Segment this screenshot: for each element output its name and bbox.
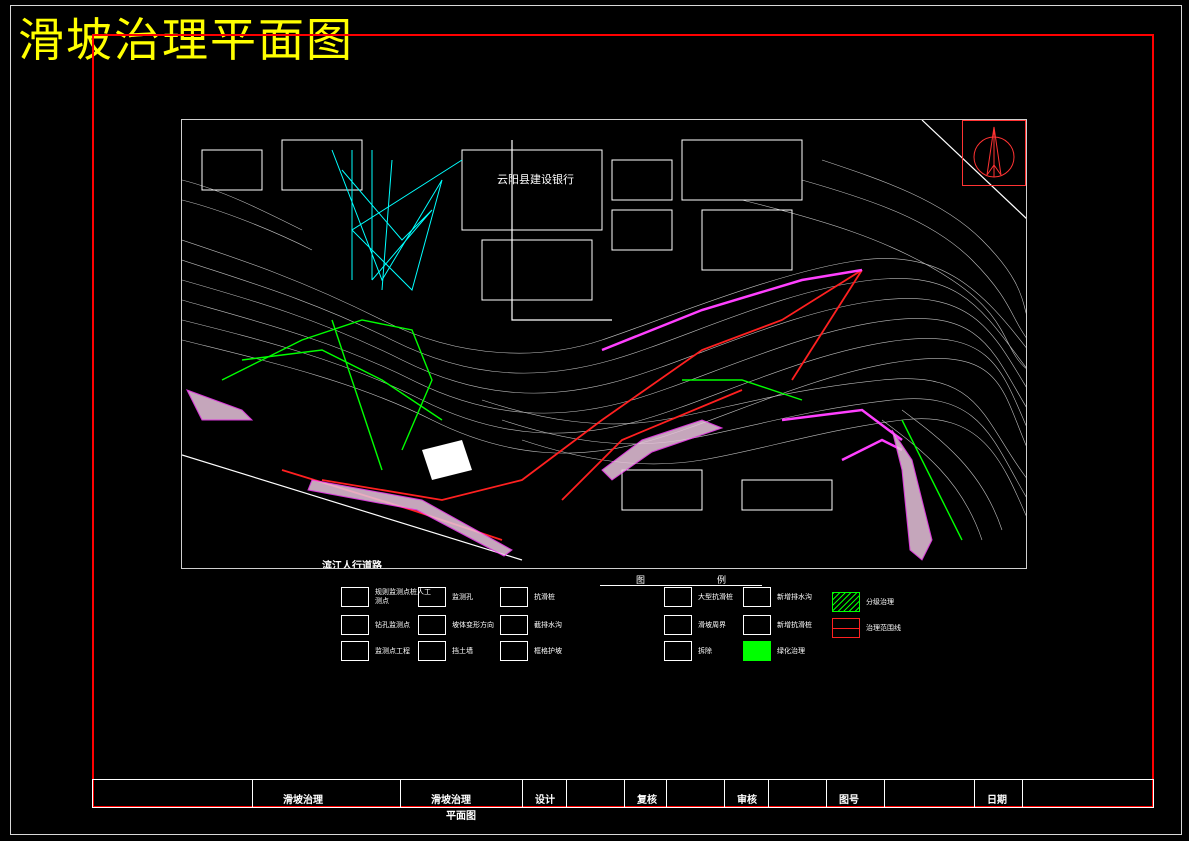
legend-item: 新增排水沟 xyxy=(743,587,812,607)
legend-label: 大型抗滑桩 xyxy=(698,592,733,601)
legend-symbol-icon xyxy=(743,587,771,607)
tb-review: 复核 xyxy=(625,780,667,807)
legend-item: 滑坡周界 xyxy=(664,615,726,635)
drainage-lines xyxy=(221,319,963,541)
legend-item: 大型抗滑桩 xyxy=(664,587,733,607)
legend-symbol-icon xyxy=(341,615,369,635)
legend-label: 坡体变形方向 xyxy=(452,620,494,629)
tb-design: 设计 xyxy=(523,780,567,807)
legend-item: 新增抗滑桩 xyxy=(743,615,812,635)
compass-icon xyxy=(973,126,1015,178)
survey-network xyxy=(331,149,463,291)
legend-label: 挡土墙 xyxy=(452,646,473,655)
legend-title: 图 例 xyxy=(600,573,762,586)
tb-approve-value xyxy=(769,780,827,807)
legend-symbol-icon xyxy=(832,592,860,612)
site-plan-drawing xyxy=(182,120,1026,561)
legend-symbol-icon xyxy=(500,615,528,635)
legend-item: 拆除 xyxy=(664,641,712,661)
site-plan: 云阳县建设银行 滨江人行道路 xyxy=(181,119,1027,569)
legend-label: 新增抗滑桩 xyxy=(777,620,812,629)
legend-item: 监测孔 xyxy=(418,587,473,607)
legend-item: 坡体变形方向 xyxy=(418,615,494,635)
legend-label: 钻孔监测点 xyxy=(375,620,410,629)
legend-symbol-icon xyxy=(832,618,860,638)
legend-label: 治理范围线 xyxy=(866,623,901,632)
legend-label: 拆除 xyxy=(698,646,712,655)
legend-symbol-icon xyxy=(664,615,692,635)
tb-blank xyxy=(93,780,253,807)
legend-label: 监测点工程 xyxy=(375,646,410,655)
legend-label: 框格护坡 xyxy=(534,646,562,655)
legend-label: 绿化治理 xyxy=(777,646,805,655)
legend-item: 绿化治理 xyxy=(743,641,805,661)
legend-item: 分级治理 xyxy=(832,592,894,612)
buildings xyxy=(201,139,833,511)
legend-label: 分级治理 xyxy=(866,597,894,606)
tb-approve: 审核 xyxy=(725,780,769,807)
tb-number: 图号 xyxy=(827,780,885,807)
title-block: 滑坡治理 滑坡治理 设计 复核 审核 图号 日期 xyxy=(92,779,1154,808)
tb-date-value xyxy=(1023,780,1115,807)
tb-design-value xyxy=(567,780,625,807)
legend-label: 截排水沟 xyxy=(534,620,562,629)
anchor-lines xyxy=(601,268,903,462)
north-arrow xyxy=(962,120,1026,186)
legend-symbol-icon xyxy=(418,615,446,635)
legend-symbol-icon xyxy=(341,641,369,661)
tb-project: 滑坡治理 xyxy=(253,780,401,807)
legend-item: 挡土墙 xyxy=(418,641,473,661)
legend-symbol-icon xyxy=(418,641,446,661)
legend-title-b: 例 xyxy=(716,576,726,586)
legend-item: 治理范围线 xyxy=(832,618,901,638)
legend-symbol-icon xyxy=(743,641,771,661)
bank-label: 云阳县建设银行 xyxy=(497,173,574,186)
tb-drawing: 滑坡治理 xyxy=(401,780,523,807)
fill-block xyxy=(422,440,472,480)
legend-symbol-icon xyxy=(500,587,528,607)
legend-item: 截排水沟 xyxy=(500,615,562,635)
legend-label: 抗滑桩 xyxy=(534,592,555,601)
legend-symbol-icon xyxy=(341,587,369,607)
legend-item: 钻孔监测点 xyxy=(341,615,410,635)
road-label: 滨江人行道路 xyxy=(322,561,382,569)
tb-drawing-sub: 平面图 xyxy=(446,811,476,822)
legend-title-a: 图 xyxy=(635,576,645,586)
legend-label: 监测孔 xyxy=(452,592,473,601)
tb-date: 日期 xyxy=(975,780,1023,807)
legend-item: 监测点工程 xyxy=(341,641,410,661)
legend-item: 框格护坡 xyxy=(500,641,562,661)
tb-number-value xyxy=(885,780,975,807)
legend-symbol-icon xyxy=(664,641,692,661)
legend-symbol-icon xyxy=(418,587,446,607)
legend-item: 抗滑桩 xyxy=(500,587,555,607)
tb-review-value xyxy=(667,780,725,807)
legend-symbol-icon xyxy=(500,641,528,661)
legend-symbol-icon xyxy=(664,587,692,607)
legend-symbol-icon xyxy=(743,615,771,635)
legend-label: 滑坡周界 xyxy=(698,620,726,629)
legend-label: 新增排水沟 xyxy=(777,592,812,601)
